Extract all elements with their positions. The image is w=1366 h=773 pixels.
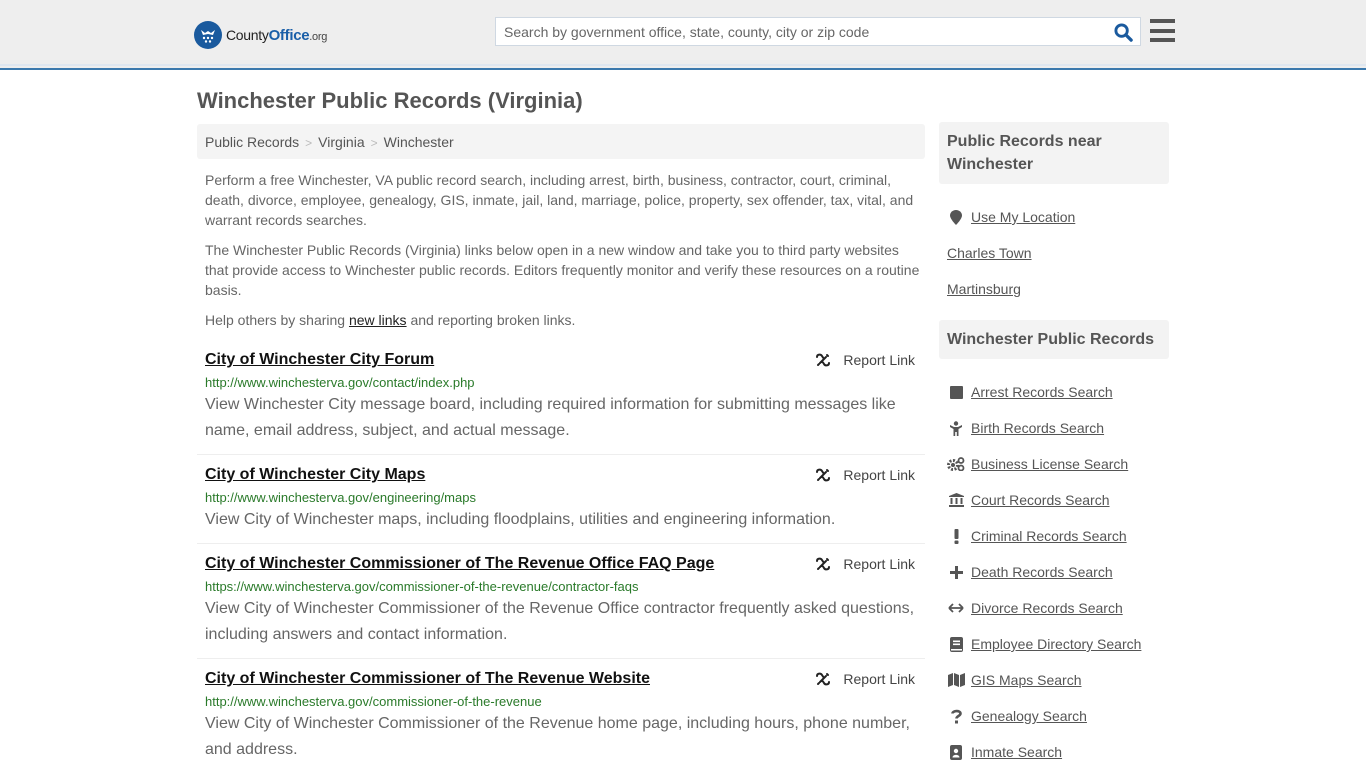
- result-item: City of Winchester Commissioner of The R…: [197, 659, 925, 773]
- breadcrumb-virginia[interactable]: Virginia: [318, 134, 364, 150]
- sidebar-item-use-my-location: Use My Location: [947, 199, 1177, 235]
- new-links-link[interactable]: new links: [349, 312, 407, 328]
- breadcrumb: Public Records > Virginia > Winchester: [197, 124, 925, 159]
- result-url: http://www.winchesterva.gov/commissioner…: [205, 694, 542, 709]
- result-title-link[interactable]: City of Winchester Commissioner of The R…: [205, 554, 714, 574]
- site-header: CountyOffice.org: [0, 0, 1366, 70]
- birth-records-link[interactable]: Birth Records Search: [971, 420, 1104, 436]
- report-link-button[interactable]: Report Link: [815, 556, 915, 572]
- sidebar-item-inmate: Inmate Search: [947, 734, 1177, 770]
- arrest-records-link[interactable]: Arrest Records Search: [971, 384, 1113, 400]
- sidebar-item-criminal: Criminal Records Search: [947, 518, 1177, 554]
- id-badge-icon: [947, 744, 965, 760]
- sidebar-heading-nearby: Public Records near Winchester: [939, 122, 1169, 184]
- use-my-location-link[interactable]: Use My Location: [971, 209, 1075, 225]
- charles-town-link[interactable]: Charles Town: [947, 245, 1032, 261]
- intro-paragraph: Perform a free Winchester, VA public rec…: [205, 172, 914, 228]
- gears-icon: [947, 456, 965, 472]
- business-license-link[interactable]: Business License Search: [971, 456, 1128, 472]
- breadcrumb-separator: >: [370, 136, 378, 150]
- employee-directory-link[interactable]: Employee Directory Search: [971, 636, 1141, 652]
- page-title: Winchester Public Records (Virginia): [197, 88, 583, 113]
- square-icon: [947, 384, 965, 400]
- gis-maps-link[interactable]: GIS Maps Search: [971, 672, 1082, 688]
- map-icon: [947, 672, 965, 688]
- report-link-button[interactable]: Report Link: [815, 671, 915, 687]
- exclamation-icon: [947, 528, 965, 544]
- sidebar-item-gis: GIS Maps Search: [947, 662, 1177, 698]
- results-list: City of Winchester City Forum Report Lin…: [197, 346, 925, 773]
- records-list: Arrest Records Search Birth Records Sear…: [947, 374, 1177, 770]
- sidebar-item-employee: Employee Directory Search: [947, 626, 1177, 662]
- inmate-search-link[interactable]: Inmate Search: [971, 744, 1062, 760]
- sidebar-item-divorce: Divorce Records Search: [947, 590, 1177, 626]
- broken-link-icon: [816, 557, 831, 571]
- death-records-link[interactable]: Death Records Search: [971, 564, 1113, 580]
- search-box: [495, 17, 1141, 46]
- breadcrumb-public-records[interactable]: Public Records: [205, 134, 299, 150]
- result-description: View City of Winchester Commissioner of …: [205, 600, 915, 643]
- result-url: https://www.winchesterva.gov/commissione…: [205, 579, 639, 594]
- sidebar-item-birth: Birth Records Search: [947, 410, 1177, 446]
- logo-text: CountyOffice.org: [226, 26, 328, 44]
- intro-paragraph: Help others by sharing new links and rep…: [205, 312, 576, 328]
- hamburger-menu-icon[interactable]: [1150, 19, 1175, 42]
- sidebar-item-charles-town: Charles Town: [947, 235, 1177, 271]
- breadcrumb-winchester[interactable]: Winchester: [384, 134, 454, 150]
- intro-paragraph: The Winchester Public Records (Virginia)…: [205, 242, 920, 298]
- arrows-horizontal-icon: [947, 600, 965, 616]
- menu-bar: [1150, 28, 1175, 33]
- broken-link-icon: [816, 353, 831, 367]
- martinsburg-link[interactable]: Martinsburg: [947, 281, 1021, 297]
- broken-link-icon: [816, 672, 831, 686]
- report-link-button[interactable]: Report Link: [815, 352, 915, 368]
- search-input[interactable]: [496, 18, 1106, 45]
- court-records-link[interactable]: Court Records Search: [971, 492, 1110, 508]
- courthouse-icon: [947, 492, 965, 508]
- sidebar-item-arrest: Arrest Records Search: [947, 374, 1177, 410]
- result-item: City of Winchester City Forum Report Lin…: [197, 346, 925, 455]
- criminal-records-link[interactable]: Criminal Records Search: [971, 528, 1127, 544]
- result-title-link[interactable]: City of Winchester City Forum: [205, 350, 434, 370]
- result-description: View Winchester City message board, incl…: [205, 396, 896, 439]
- result-url: http://www.winchesterva.gov/engineering/…: [205, 490, 476, 505]
- map-pin-icon: [947, 209, 965, 225]
- menu-bar: [1150, 19, 1175, 23]
- nearby-list: Use My Location Charles Town Martinsburg: [947, 199, 1177, 307]
- sidebar-item-death: Death Records Search: [947, 554, 1177, 590]
- site-logo[interactable]: CountyOffice.org: [194, 21, 327, 49]
- breadcrumb-separator: >: [305, 136, 313, 150]
- result-description: View City of Winchester Commissioner of …: [205, 715, 910, 758]
- sidebar-item-business: Business License Search: [947, 446, 1177, 482]
- result-item: City of Winchester Commissioner of The R…: [197, 544, 925, 659]
- child-icon: [947, 420, 965, 436]
- sidebar-item-court: Court Records Search: [947, 482, 1177, 518]
- menu-bar: [1150, 38, 1175, 42]
- sidebar-item-genealogy: Genealogy Search: [947, 698, 1177, 734]
- genealogy-link[interactable]: Genealogy Search: [971, 708, 1087, 724]
- intro-text: Perform a free Winchester, VA public rec…: [205, 170, 920, 340]
- broken-link-icon: [816, 468, 831, 482]
- result-item: City of Winchester City Maps Report Link…: [197, 455, 925, 544]
- cross-icon: [947, 564, 965, 580]
- search-button[interactable]: [1112, 21, 1134, 43]
- report-link-button[interactable]: Report Link: [815, 467, 915, 483]
- book-icon: [947, 636, 965, 652]
- result-title-link[interactable]: City of Winchester City Maps: [205, 465, 425, 485]
- search-icon: [1113, 22, 1133, 42]
- result-title-link[interactable]: City of Winchester Commissioner of The R…: [205, 669, 650, 689]
- sidebar-heading-records: Winchester Public Records: [939, 320, 1169, 359]
- question-icon: [947, 708, 965, 724]
- result-url: http://www.winchesterva.gov/contact/inde…: [205, 375, 475, 390]
- sidebar-item-martinsburg: Martinsburg: [947, 271, 1177, 307]
- result-description: View City of Winchester maps, including …: [205, 511, 836, 528]
- divorce-records-link[interactable]: Divorce Records Search: [971, 600, 1123, 616]
- eagle-stars-logo-icon: [194, 21, 222, 49]
